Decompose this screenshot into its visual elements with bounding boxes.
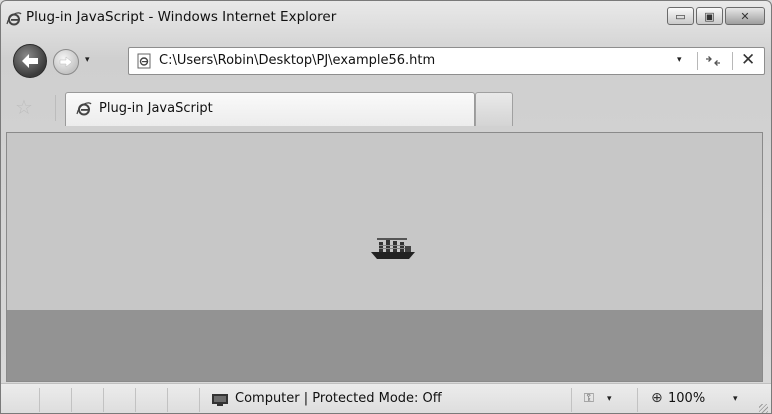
tab-plug-in-javascript[interactable]: Plug-in JavaScript [65,92,475,126]
page-content [6,132,763,382]
favorites-star-icon[interactable]: ☆ [15,95,33,119]
ship-icon [371,238,415,259]
new-tab-button[interactable] [475,92,513,126]
sea-area [7,310,762,381]
maximize-button[interactable]: ▣ [696,7,723,25]
page-icon [137,53,151,69]
status-divider [199,388,200,412]
status-divider [39,388,40,412]
refresh-button[interactable] [704,52,722,74]
minimize-button[interactable]: ▭ [667,7,694,25]
ie-logo-icon [6,12,22,26]
status-divider [71,388,72,412]
address-divider [697,52,698,70]
security-dropdown[interactable]: ▾ [607,394,612,404]
refresh-icon [706,56,720,66]
security-icon[interactable]: ⚿ [584,391,594,406]
status-divider [637,388,638,412]
browser-window: Plug-in JavaScript - Windows Internet Ex… [0,0,772,414]
minimize-icon: ▭ [675,9,686,23]
status-divider [135,388,136,412]
tab-label: Plug-in JavaScript [99,101,213,116]
address-input[interactable]: C:\Users\Robin\Desktop\PJ\example56.htm [159,53,435,68]
address-dropdown[interactable]: ▾ [677,55,682,65]
zoom-dropdown[interactable]: ▾ [733,394,738,404]
forward-button[interactable] [53,49,79,75]
back-button[interactable] [13,44,47,78]
stop-button[interactable]: ✕ [741,50,755,70]
zoom-icon[interactable]: ⊕ [651,390,663,406]
security-zone-label[interactable]: Computer | Protected Mode: Off [235,391,442,406]
zoom-level[interactable]: 100% [668,391,705,406]
computer-icon [212,394,228,406]
sky-area [7,133,762,310]
favorites-divider [55,95,56,121]
close-icon: ✕ [740,9,750,23]
ie-icon [76,102,92,116]
status-divider [167,388,168,412]
back-arrow-icon [22,54,38,68]
address-divider [732,52,733,70]
window-controls: ▭ ▣ ✕ [667,7,765,25]
recent-pages-dropdown[interactable]: ▾ [85,55,90,65]
status-divider [571,388,572,412]
maximize-icon: ▣ [704,9,715,23]
title-bar: Plug-in JavaScript - Windows Internet Ex… [1,1,771,37]
status-bar: Computer | Protected Mode: Off ⚿ ▾ ⊕ 100… [1,383,771,413]
close-button[interactable]: ✕ [725,7,765,25]
address-bar[interactable]: C:\Users\Robin\Desktop\PJ\example56.htm … [128,47,765,75]
window-title: Plug-in JavaScript - Windows Internet Ex… [26,9,337,25]
tab-bar: ☆ Plug-in JavaScript [1,87,771,131]
forward-arrow-icon [59,56,73,68]
navigation-bar: ▾ C:\Users\Robin\Desktop\PJ\example56.ht… [1,37,771,87]
status-divider [103,388,104,412]
resize-grip-icon[interactable] [759,404,768,413]
